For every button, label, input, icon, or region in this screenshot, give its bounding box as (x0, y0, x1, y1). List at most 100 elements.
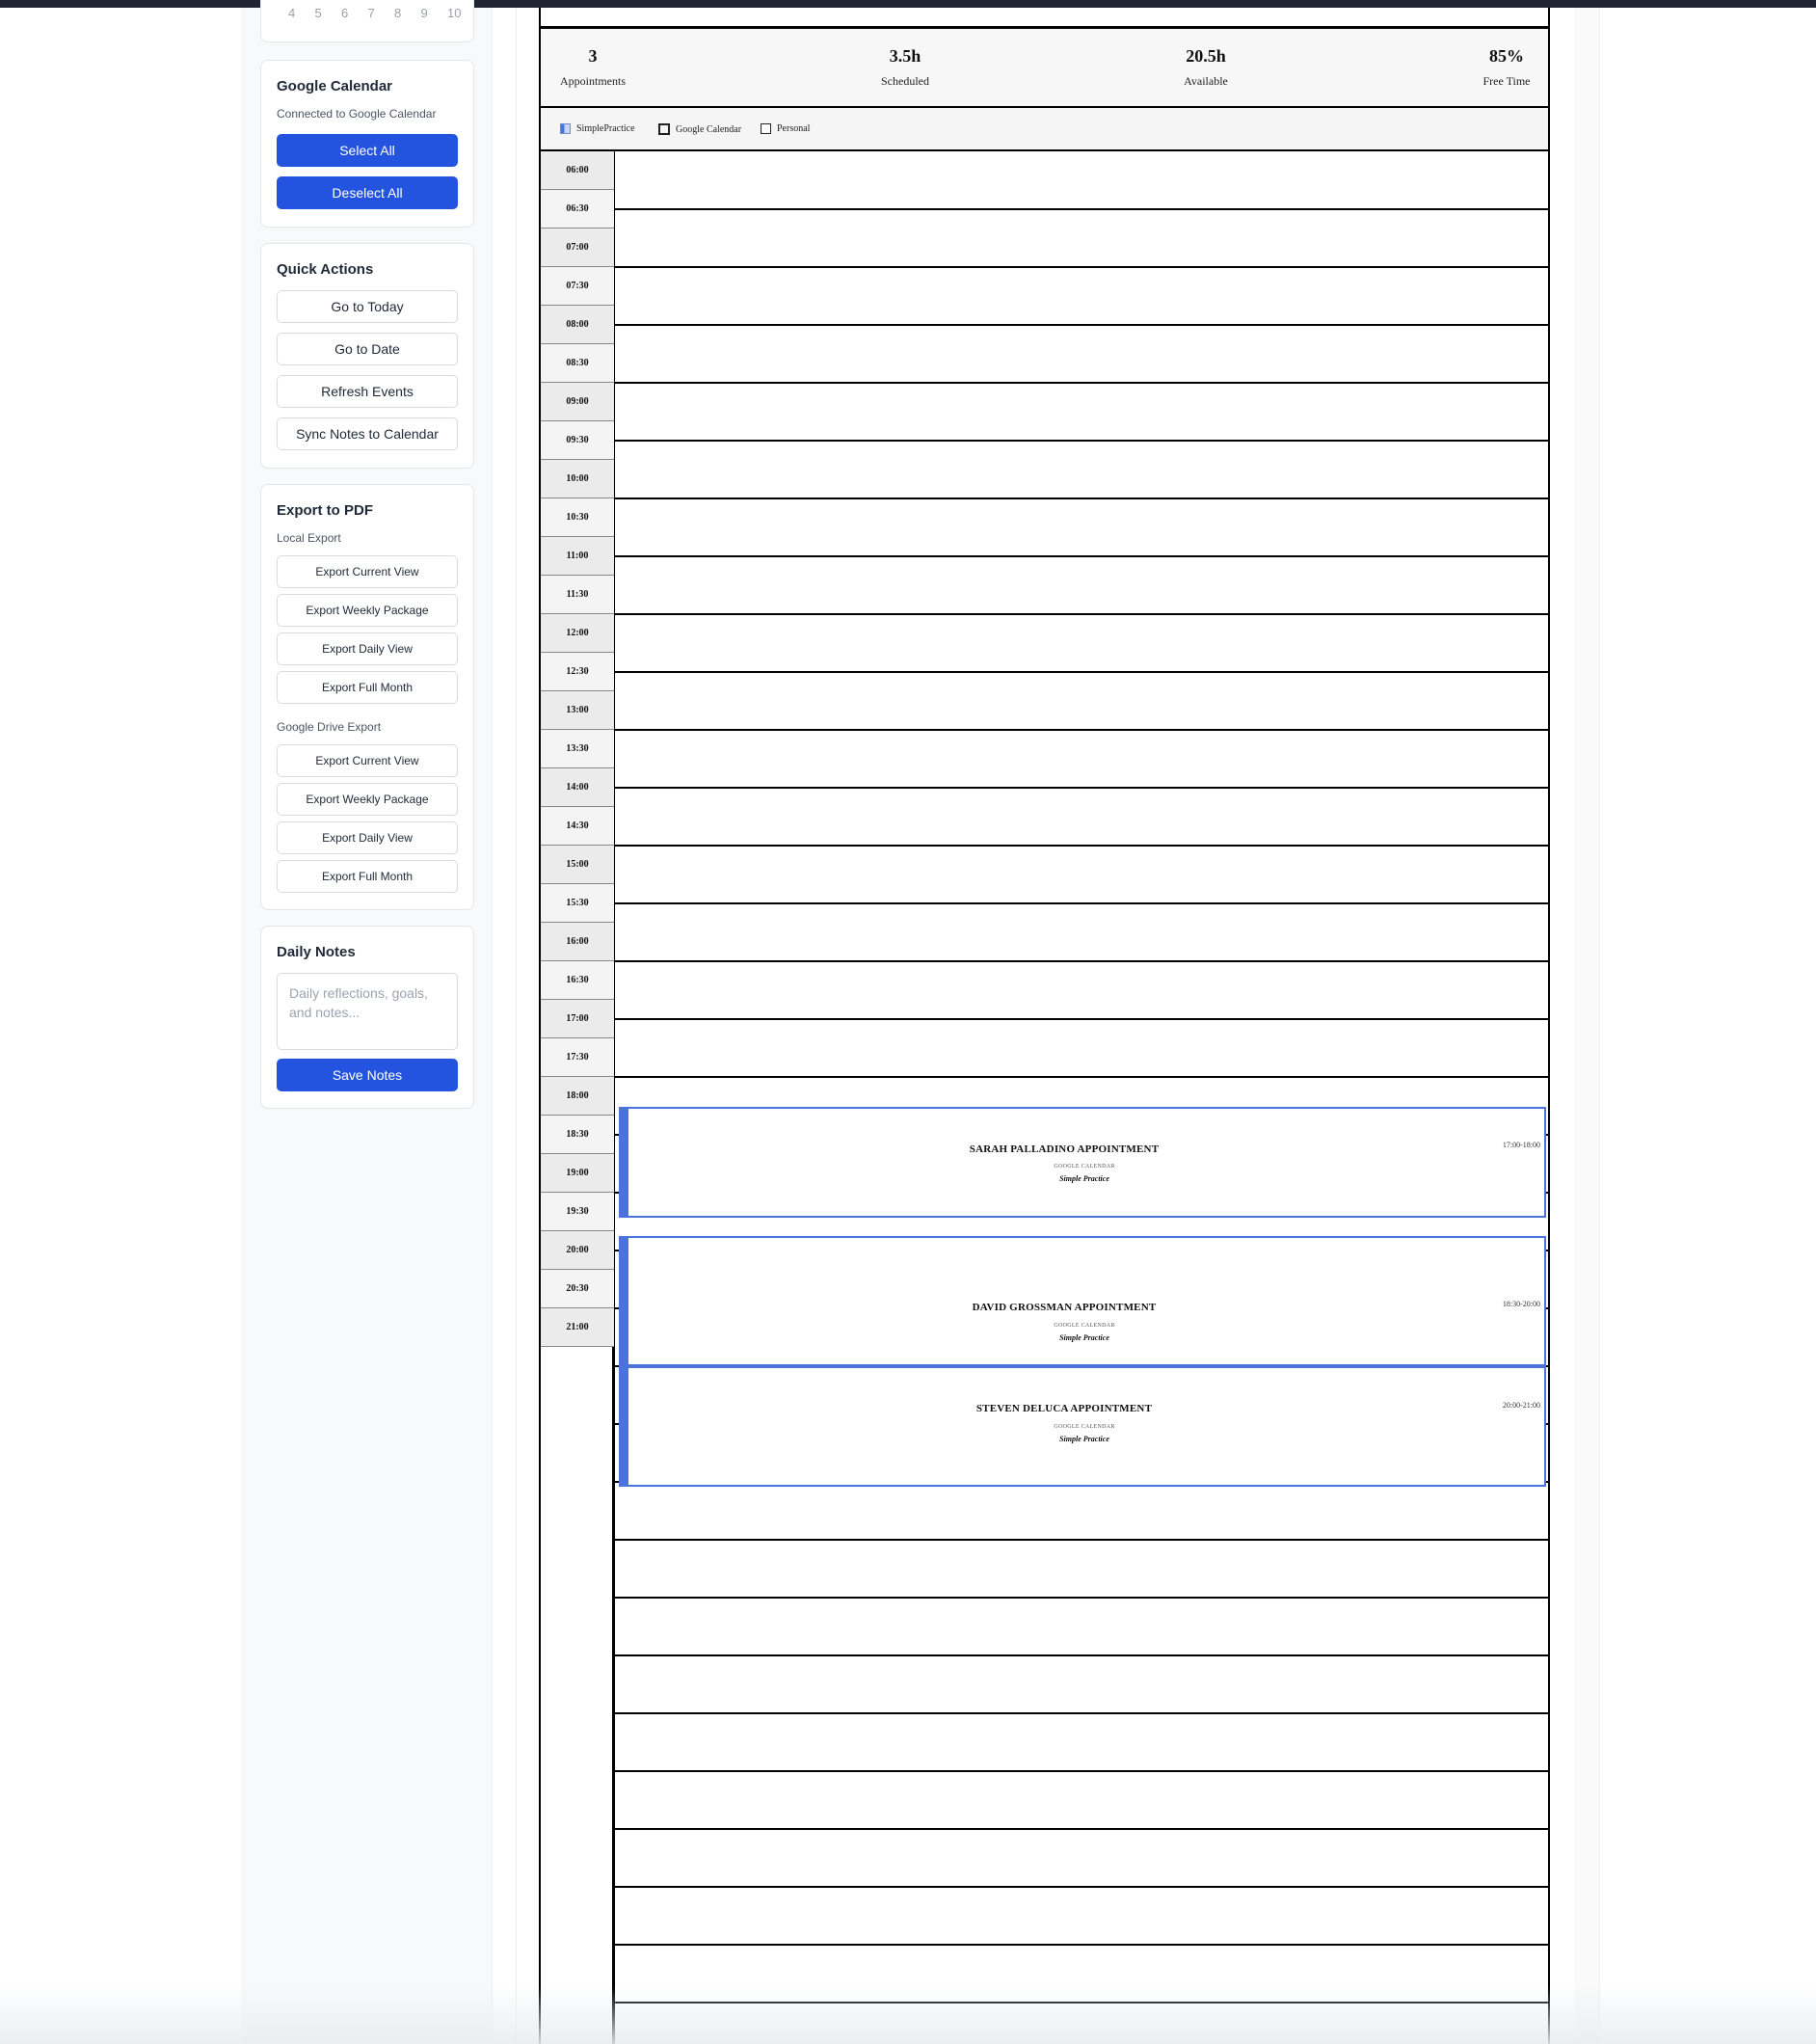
right-gutter (1574, 8, 1600, 2044)
stat-available: 20.5h Available (1167, 46, 1244, 89)
appointment-time: 17:00-18:00 (1502, 1141, 1540, 1149)
time-slot-label: 16:00 (541, 923, 614, 961)
calendar-day[interactable]: 10 (447, 6, 474, 20)
stat-value: 3.5h (889, 46, 921, 66)
local-export-current-view-button[interactable]: Export Current View (277, 555, 458, 588)
local-export-weekly-package-button[interactable]: Export Weekly Package (277, 594, 458, 627)
legend-personal: Personal (761, 123, 810, 134)
drive-export-full-month-button[interactable]: Export Full Month (277, 860, 458, 893)
daily-planner: 3 Appointments 3.5h Scheduled 20.5h Avai… (539, 8, 1550, 2044)
sync-notes-button[interactable]: Sync Notes to Calendar (277, 417, 458, 450)
appointment-title: SARAH PALLADINO APPOINTMENT (969, 1143, 1160, 1155)
time-slot-label: 18:30 (541, 1116, 614, 1154)
stat-value: 85% (1489, 46, 1524, 66)
legend-label: Personal (777, 123, 811, 134)
time-slot-label: 11:30 (541, 576, 614, 614)
hour-divider (615, 498, 1548, 499)
hour-divider (615, 324, 1548, 326)
time-slot-label: 13:00 (541, 691, 614, 730)
time-slot-label: 19:00 (541, 1154, 614, 1193)
hour-divider (615, 787, 1548, 789)
hour-divider (615, 1076, 1548, 1078)
google-calendar-swatch-icon (658, 123, 670, 135)
appointment-block[interactable]: STEVEN DELUCA APPOINTMENT GOOGLE CALENDA… (619, 1366, 1546, 1487)
hour-divider (615, 208, 1548, 210)
hour-divider (615, 1944, 1548, 1946)
time-slot-label: 06:00 (541, 151, 614, 190)
time-slot-label: 13:30 (541, 730, 614, 768)
time-slot-label: 10:00 (541, 460, 614, 498)
hour-divider (615, 613, 1548, 615)
hour-divider (615, 1018, 1548, 1020)
appointment-block[interactable]: SARAH PALLADINO APPOINTMENT GOOGLE CALEN… (619, 1107, 1546, 1218)
local-export-label: Local Export (277, 531, 341, 545)
legend-label: Google Calendar (676, 123, 742, 135)
deselect-all-button[interactable]: Deselect All (277, 176, 458, 209)
time-slot-label: 21:00 (541, 1308, 614, 1347)
local-export-full-month-button[interactable]: Export Full Month (277, 671, 458, 704)
calendar-day[interactable]: 4 (288, 6, 315, 20)
legend-google-calendar: Google Calendar (658, 123, 741, 135)
calendar-day[interactable]: 7 (368, 6, 395, 20)
drive-export-daily-view-button[interactable]: Export Daily View (277, 821, 458, 854)
google-calendar-title: Google Calendar (277, 78, 393, 94)
time-slot-label: 14:00 (541, 768, 614, 807)
save-notes-button[interactable]: Save Notes (277, 1059, 458, 1091)
hour-divider (615, 1828, 1548, 1830)
legend: SimplePractice Google Calendar Personal (539, 108, 1550, 151)
mini-calendar: 4 5 6 7 8 9 10 (260, 0, 474, 42)
time-slot-label: 12:30 (541, 653, 614, 691)
local-export-daily-view-button[interactable]: Export Daily View (277, 632, 458, 665)
hour-divider (615, 266, 1548, 268)
calendar-day[interactable]: 8 (394, 6, 421, 20)
time-slot-label: 09:30 (541, 421, 614, 460)
stat-appointments: 3 Appointments (554, 46, 631, 89)
drive-export-weekly-package-button[interactable]: Export Weekly Package (277, 783, 458, 816)
select-all-button[interactable]: Select All (277, 134, 458, 167)
calendar-day[interactable]: 6 (341, 6, 368, 20)
calendar-day[interactable]: 9 (421, 6, 448, 20)
time-slot-label: 15:00 (541, 846, 614, 884)
stat-free-time: 85% Free Time (1468, 46, 1545, 89)
time-slot-label: 07:00 (541, 229, 614, 267)
appointment-title: DAVID GROSSMAN APPOINTMENT (972, 1302, 1157, 1313)
drive-export-current-view-button[interactable]: Export Current View (277, 744, 458, 777)
refresh-events-button[interactable]: Refresh Events (277, 375, 458, 408)
hour-divider (615, 960, 1548, 962)
time-slot-label: 10:30 (541, 498, 614, 537)
stat-value: 3 (588, 46, 598, 66)
appointment-time: 18:30-20:00 (1502, 1300, 1540, 1308)
personal-swatch-icon (761, 123, 771, 134)
time-slot-label: 17:30 (541, 1038, 614, 1077)
day-column (615, 151, 1550, 2044)
export-pdf-card: Export to PDF Local Export Export Curren… (260, 484, 474, 910)
time-slot-label: 15:30 (541, 884, 614, 923)
go-to-date-button[interactable]: Go to Date (277, 333, 458, 365)
stat-label: Scheduled (881, 74, 929, 88)
stat-scheduled: 3.5h Scheduled (867, 46, 944, 89)
hour-divider (615, 902, 1548, 904)
source-bar (621, 1109, 628, 1216)
hour-divider (615, 671, 1548, 673)
calendar-day[interactable]: 5 (315, 6, 342, 20)
stat-label: Free Time (1482, 74, 1531, 88)
stat-value: 20.5h (1186, 46, 1226, 66)
stats-bar: 3 Appointments 3.5h Scheduled 20.5h Avai… (539, 29, 1550, 108)
daily-notes-card: Daily Notes Daily reflections, goals, an… (260, 926, 474, 1109)
appointment-calendar: Simple Practice (1059, 1174, 1109, 1183)
daily-notes-title: Daily Notes (277, 944, 356, 960)
appointment-block[interactable]: DAVID GROSSMAN APPOINTMENT GOOGLE CALEND… (619, 1236, 1546, 1366)
appointment-source: GOOGLE CALENDAR (1054, 1164, 1115, 1170)
hour-divider (615, 1886, 1548, 1888)
hour-divider (615, 845, 1548, 847)
time-slot-label: 18:00 (541, 1077, 614, 1116)
daily-notes-textarea[interactable]: Daily reflections, goals, and notes... (277, 973, 458, 1050)
drive-export-label: Google Drive Export (277, 720, 382, 734)
appointment-time: 20:00-21:00 (1502, 1401, 1540, 1410)
legend-simplepractice: SimplePractice (560, 123, 635, 134)
go-to-today-button[interactable]: Go to Today (277, 290, 458, 323)
time-slot-label: 09:00 (541, 383, 614, 421)
connection-status: Connected to Google Calendar (277, 107, 437, 121)
appointment-source: GOOGLE CALENDAR (1054, 1323, 1115, 1329)
time-slot-label: 06:30 (541, 190, 614, 229)
